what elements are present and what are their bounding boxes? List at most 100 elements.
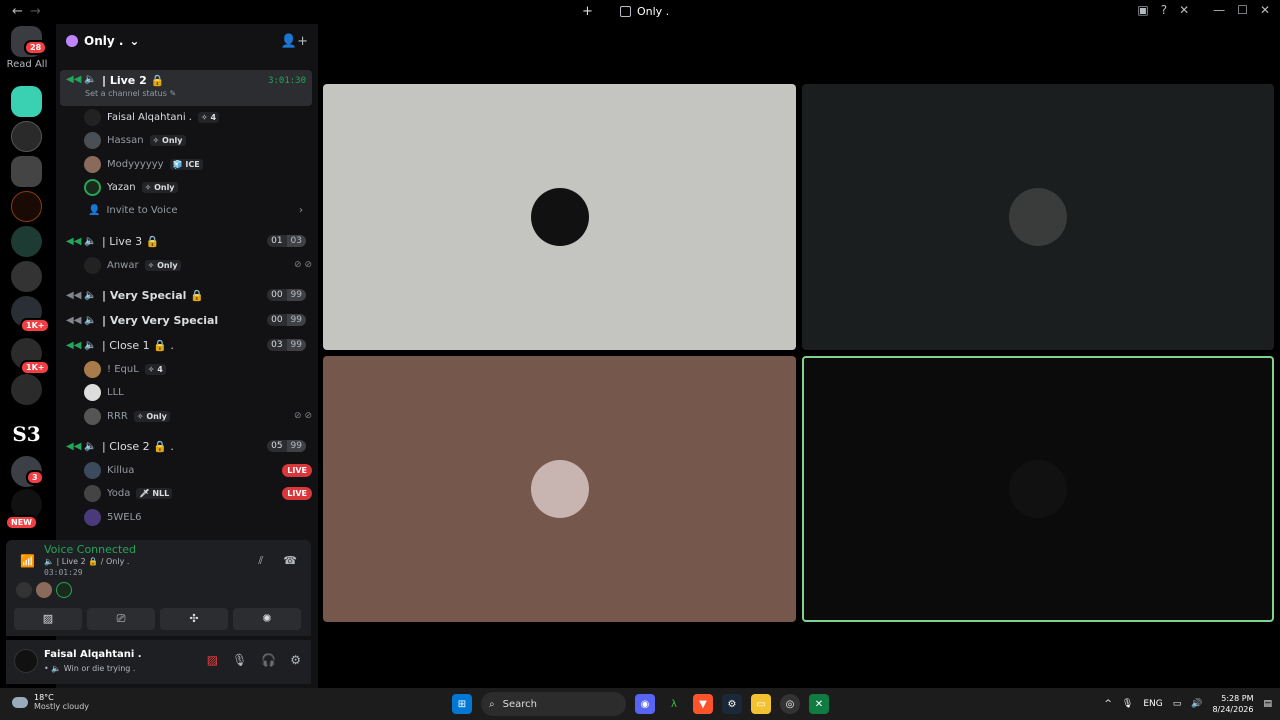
screen-share-button[interactable]: ⎚	[87, 608, 155, 630]
voice-user[interactable]: RRR ✧ Only	[84, 405, 170, 427]
app-icon-circle[interactable]: ◎	[780, 694, 800, 714]
volume-icon[interactable]: 🔊	[1191, 699, 1202, 709]
voice-activity-icon: ◀◀	[66, 289, 82, 301]
help-icon[interactable]: ?	[1161, 3, 1167, 17]
voice-user[interactable]: LLL	[84, 381, 124, 403]
back-arrow-icon[interactable]: ←	[12, 4, 23, 19]
soundboard-button[interactable]: ✺	[233, 608, 301, 630]
avatar	[84, 360, 101, 378]
activities-button[interactable]: ✣	[160, 608, 228, 630]
server-icon-5[interactable]	[11, 226, 42, 257]
tools-icon[interactable]: ✕	[1179, 3, 1189, 17]
notifications-icon[interactable]: ▤	[1263, 699, 1272, 709]
participant-tile-1[interactable]	[323, 84, 796, 350]
noise-suppression-icon[interactable]: ⫽	[258, 554, 263, 568]
avatar[interactable]	[14, 649, 38, 673]
settings-gear-icon[interactable]: ⚙	[290, 653, 301, 667]
language-indicator[interactable]: ENG	[1143, 699, 1162, 709]
clock-time: 5:28 PM	[1221, 694, 1254, 703]
voice-user[interactable]: 5WEL6	[84, 506, 142, 528]
speaker-icon: 🔈	[84, 289, 97, 301]
app-icon-lambda[interactable]: λ	[664, 694, 684, 714]
server-icon-3[interactable]	[11, 156, 42, 187]
voice-activity-icon: ◀◀	[66, 440, 82, 452]
server-icon-6[interactable]	[11, 261, 42, 292]
server-header[interactable]: Only . ⌄	[56, 24, 318, 58]
user-name: Modyyyyyy	[107, 158, 164, 170]
avatar	[530, 460, 589, 518]
microphone-icon[interactable]: 🎙	[232, 653, 247, 667]
channel-name: | Live 3 🔒	[102, 234, 160, 248]
weather-widget[interactable]: 18°C Mostly cloudy	[12, 693, 89, 711]
clock-date: 8/24/2026	[1212, 705, 1254, 714]
channel-live-2[interactable]: ◀◀ 🔈 | Live 2 🔒 3:01:30 Set a channel st…	[60, 70, 312, 106]
voice-activity-icon: ◀◀	[66, 314, 82, 326]
muted-deafened-icon: ⊘ ⊘	[294, 411, 312, 421]
maximize-icon[interactable]: ☐	[1237, 3, 1248, 17]
chevron-up-icon[interactable]: ^	[1104, 699, 1112, 709]
voice-user[interactable]: Yoda 🗡 NLL	[84, 482, 173, 504]
user-name: Yoda	[107, 487, 131, 499]
headphones-icon[interactable]: 🎧	[261, 653, 276, 667]
steam-icon[interactable]: ⚙	[722, 694, 742, 714]
search-icon: ⌕	[489, 698, 495, 710]
close-window-icon[interactable]: ✕	[1260, 3, 1270, 17]
signal-icon[interactable]: 📶	[20, 554, 35, 568]
muted-deafened-icon: ⊘ ⊘	[294, 260, 312, 270]
brave-browser-icon[interactable]: ▼	[693, 694, 713, 714]
voice-status-title[interactable]: Voice Connected	[44, 543, 136, 556]
user-display-name[interactable]: Faisal Alqahtani .	[44, 649, 142, 660]
inbox-icon[interactable]: ▣	[1137, 3, 1148, 17]
server-icon-s3[interactable]: S3	[11, 419, 42, 450]
avatar[interactable]	[16, 582, 32, 598]
server-icon	[620, 6, 631, 17]
user-controls: ▨ 🎙 🎧 ⚙	[207, 653, 301, 667]
disconnect-icon[interactable]: ☎	[283, 554, 297, 568]
avatar	[84, 108, 101, 126]
title-bar: ← → + Only . ▣ ? ✕ — ☐ ✕	[0, 0, 1280, 24]
forward-arrow-icon[interactable]: →	[30, 4, 41, 19]
voice-user[interactable]: Killua	[84, 459, 134, 481]
server-icon-1[interactable]	[11, 86, 42, 117]
participant-tile-4-speaking[interactable]	[802, 356, 1274, 622]
channel-close-1[interactable]: ◀◀ 🔈 | Close 1 🔒 . 03 99	[60, 334, 312, 356]
minimize-icon[interactable]: —	[1213, 3, 1225, 17]
discord-app-icon[interactable]: ◉	[635, 694, 655, 714]
participant-tile-2[interactable]	[802, 84, 1274, 350]
read-all-button[interactable]: Read All	[0, 59, 54, 70]
user-name: RRR	[107, 410, 128, 422]
server-icon-4[interactable]	[11, 191, 42, 222]
voice-user[interactable]: Anwar ✧ Only	[84, 254, 181, 276]
set-channel-status[interactable]: Set a channel status ✎	[85, 89, 176, 98]
user-name: 5WEL6	[107, 511, 142, 523]
taskbar-search[interactable]: ⌕ Search	[481, 692, 626, 716]
camera-off-button[interactable]: ▨	[14, 608, 82, 630]
invite-people-icon[interactable]: 👤+	[281, 34, 308, 49]
invite-to-voice-button[interactable]: 👤 Invite to Voice ›	[88, 205, 303, 216]
voice-channel-path[interactable]: 🔈 | Live 2 🔒 / Only .	[44, 557, 129, 566]
user-limit: 01 03	[267, 235, 306, 247]
start-button-icon[interactable]: ⊞	[452, 694, 472, 714]
voice-user[interactable]: Modyyyyyy 🧊 ICE	[84, 153, 203, 175]
server-icon-2[interactable]	[11, 121, 42, 152]
avatar[interactable]	[36, 582, 52, 598]
voice-user[interactable]: Hassan ✧ Only	[84, 129, 186, 151]
channel-very-special[interactable]: ◀◀ 🔈 | Very Special 🔒 00 99	[60, 284, 312, 306]
file-explorer-icon[interactable]: ▭	[751, 694, 771, 714]
clock[interactable]: 5:28 PM 8/24/2026	[1212, 693, 1253, 715]
server-folder-3[interactable]	[11, 374, 42, 405]
voice-user[interactable]: Yazan ✧ Only	[84, 176, 178, 198]
user-name: Killua	[107, 464, 135, 476]
voice-user[interactable]: ! EquL ✧ 4	[84, 358, 166, 380]
network-icon[interactable]: ▭	[1173, 699, 1182, 709]
channel-close-2[interactable]: ◀◀ 🔈 | Close 2 🔒 . 05 99	[60, 435, 312, 457]
video-off-icon[interactable]: ▨	[207, 653, 218, 667]
participant-tile-3[interactable]	[323, 356, 796, 622]
user-tag: ✧ Only	[144, 259, 181, 271]
microphone-tray-icon[interactable]: 🎙	[1122, 699, 1133, 709]
channel-very-very-special[interactable]: ◀◀ 🔈 | Very Very Special 00 99	[60, 309, 312, 331]
voice-user[interactable]: Faisal Alqahtani . ✧ 4	[84, 106, 220, 128]
avatar[interactable]	[56, 582, 72, 598]
channel-live-3[interactable]: ◀◀ 🔈 | Live 3 🔒 01 03	[60, 230, 312, 252]
excel-icon[interactable]: ✕	[809, 694, 829, 714]
